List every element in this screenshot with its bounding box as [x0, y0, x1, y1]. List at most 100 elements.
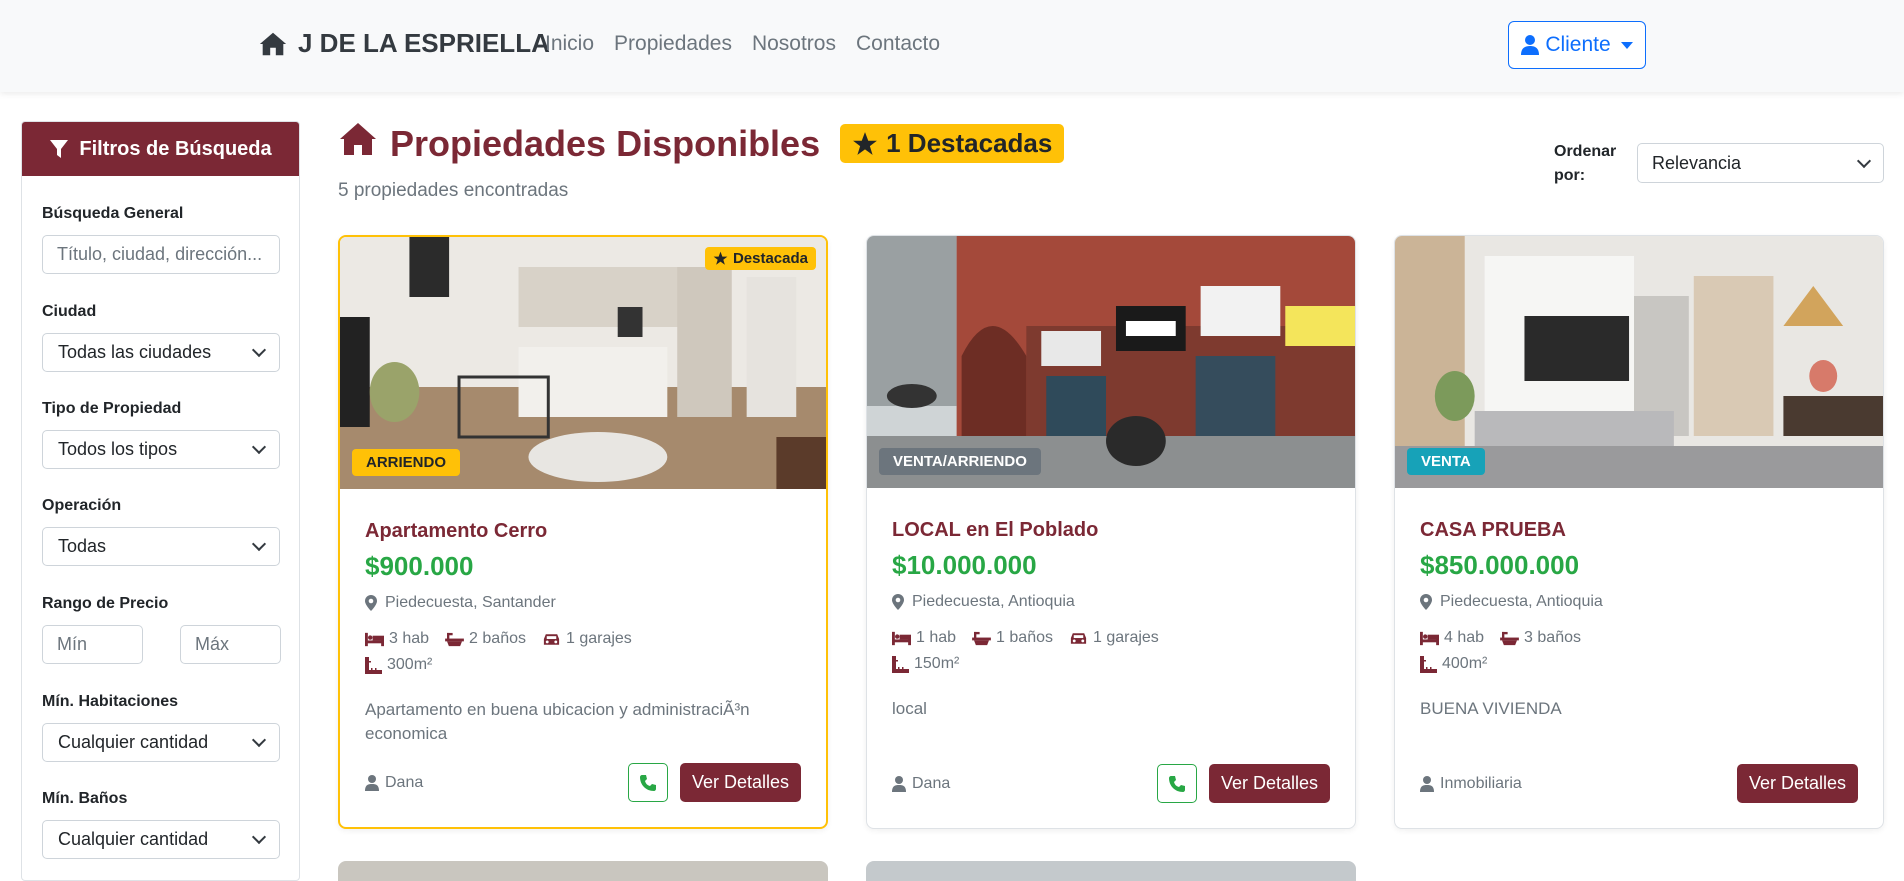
details-button[interactable]: Ver Detalles — [1208, 764, 1330, 803]
destacadas-text: 1 Destacadas — [886, 128, 1053, 158]
property-price: $850.000.000 — [1420, 550, 1580, 580]
card-actions: Ver Detalles — [627, 763, 801, 802]
cliente-label: Cliente — [1545, 33, 1611, 56]
card-footer: Inmobiliaria Ver Detalles — [1420, 764, 1858, 803]
page-title-text: Propiedades Disponibles — [390, 122, 821, 164]
feature-bedrooms: 1 hab — [892, 629, 956, 647]
order-label-line1: Ordenar — [1554, 143, 1617, 160]
bathrooms-text: 3 baños — [1524, 629, 1581, 646]
feature-bedrooms: 4 hab — [1420, 629, 1484, 647]
bathrooms-text: 1 baños — [996, 629, 1053, 646]
location-text: Piedecuesta, Antioquia — [1440, 593, 1603, 610]
house-icon — [259, 32, 287, 55]
property-location: Piedecuesta, Antioquia — [1420, 593, 1858, 611]
user-icon — [365, 774, 379, 791]
ruler-icon — [1420, 655, 1437, 673]
bath-icon — [972, 631, 991, 645]
bedrooms-text: 3 hab — [389, 630, 430, 647]
hab-label: Mín. Habitaciones — [42, 693, 179, 710]
call-button[interactable] — [627, 763, 668, 802]
property-features: 3 hab 2 baños 1 garajes — [365, 630, 801, 648]
operacion-select[interactable]: Todas — [42, 527, 280, 566]
precio-label: Rango de Precio — [42, 595, 169, 612]
property-price: $10.000.000 — [892, 550, 1037, 580]
nav-nosotros[interactable]: Nosotros — [752, 32, 836, 56]
location-text: Piedecuesta, Santander — [385, 594, 556, 611]
property-location: Piedecuesta, Santander — [365, 594, 801, 612]
card-footer: Dana Ver Detalles — [892, 764, 1330, 803]
phone-icon — [639, 774, 656, 791]
order-select[interactable]: Relevancia — [1637, 143, 1884, 183]
bath-icon — [1500, 631, 1519, 645]
banos-value: Cualquier cantidad — [58, 829, 209, 849]
phone-icon — [1168, 775, 1185, 792]
ciudad-label: Ciudad — [42, 303, 97, 320]
hab-select[interactable]: Cualquier cantidad — [42, 723, 280, 762]
order-value: Relevancia — [1652, 152, 1742, 173]
call-button[interactable] — [1156, 764, 1197, 803]
banos-label: Mín. Baños — [42, 790, 128, 807]
nav-links: Inicio Propiedades Nosotros Contacto — [545, 32, 940, 56]
agent-name: Dana — [385, 773, 424, 791]
details-button[interactable]: Ver Detalles — [1736, 764, 1858, 803]
brand-logo[interactable]: J DE LA ESPRIELLA — [258, 28, 550, 59]
property-card[interactable]: Destacada ARRIENDO Apartamento Cerro $90… — [338, 235, 828, 829]
nav-contacto[interactable]: Contacto — [856, 32, 940, 56]
property-title[interactable]: LOCAL en El Poblado — [892, 519, 1330, 542]
operation-badge: VENTA/ARRIENDO — [879, 448, 1041, 475]
tipo-label: Tipo de Propiedad — [42, 400, 182, 417]
user-icon — [1521, 35, 1540, 55]
precio-min-input[interactable]: Mín — [42, 625, 143, 664]
results-count: 5 propiedades encontradas — [338, 180, 569, 201]
area-text: 400m² — [1442, 655, 1488, 672]
chevron-down-icon — [251, 342, 267, 358]
banos-select[interactable]: Cualquier cantidad — [42, 820, 280, 859]
busqueda-placeholder: Título, ciudad, dirección... — [57, 244, 263, 264]
tipo-select[interactable]: Todos los tipos — [42, 430, 280, 469]
order-label-line2: por: — [1554, 167, 1586, 184]
chevron-down-icon — [251, 732, 267, 748]
property-location: Piedecuesta, Antioquia — [892, 593, 1330, 611]
filter-tipo: Tipo de Propiedad Todos los tipos — [42, 400, 280, 469]
car-icon — [1070, 632, 1087, 644]
area-text: 300m² — [387, 656, 433, 673]
details-button[interactable]: Ver Detalles — [679, 763, 801, 802]
map-pin-icon — [365, 595, 377, 611]
precio-max-placeholder: Máx — [195, 634, 230, 654]
ruler-icon — [365, 656, 382, 674]
filter-banos: Mín. Baños Cualquier cantidad — [42, 790, 280, 859]
location-text: Piedecuesta, Antioquia — [912, 593, 1075, 610]
precio-max-input[interactable]: Máx — [180, 625, 281, 664]
feature-bedrooms: 3 hab — [365, 630, 429, 648]
property-card[interactable]: VENTA CASA PRUEBA $850.000.000 Piedecues… — [1394, 235, 1884, 829]
card-body: CASA PRUEBA $850.000.000 Piedecuesta, An… — [1395, 519, 1883, 745]
property-price: $900.000 — [365, 551, 474, 581]
page-title: Propiedades Disponibles 1 Destacadas — [338, 121, 1065, 166]
bed-icon — [1420, 631, 1439, 645]
ciudad-select[interactable]: Todas las ciudades — [42, 333, 280, 372]
filters-title: Filtros de Búsqueda — [79, 137, 272, 160]
property-description: Apartamento en buena ubicacion y adminis… — [365, 700, 750, 743]
filters-sidebar: Filtros de Búsqueda Búsqueda General Tít… — [21, 121, 300, 881]
house-icon — [338, 121, 378, 166]
feature-bathrooms: 2 baños — [445, 630, 526, 648]
busqueda-label: Búsqueda General — [42, 205, 184, 222]
cliente-dropdown-button[interactable]: Cliente — [1508, 21, 1646, 69]
agent-name: Dana — [912, 774, 951, 792]
property-image[interactable]: VENTA/ARRIENDO — [867, 236, 1355, 488]
property-card[interactable]: VENTA/ARRIENDO LOCAL en El Poblado $10.0… — [866, 235, 1356, 829]
featured-label: Destacada — [732, 250, 808, 267]
property-title[interactable]: CASA PRUEBA — [1420, 519, 1858, 542]
nav-propiedades[interactable]: Propiedades — [614, 32, 732, 56]
property-title[interactable]: Apartamento Cerro — [365, 520, 801, 543]
bath-icon — [445, 632, 464, 646]
nav-inicio[interactable]: Inicio — [545, 32, 594, 56]
property-image[interactable]: Destacada ARRIENDO — [340, 237, 826, 489]
busqueda-input[interactable]: Título, ciudad, dirección... — [42, 235, 280, 274]
property-image[interactable]: VENTA — [1395, 236, 1883, 488]
caret-down-icon — [1620, 41, 1633, 49]
featured-badge: Destacada — [704, 247, 816, 270]
ruler-icon — [892, 655, 909, 673]
order-label: Ordenar por: — [1554, 140, 1616, 188]
bed-icon — [365, 632, 384, 646]
